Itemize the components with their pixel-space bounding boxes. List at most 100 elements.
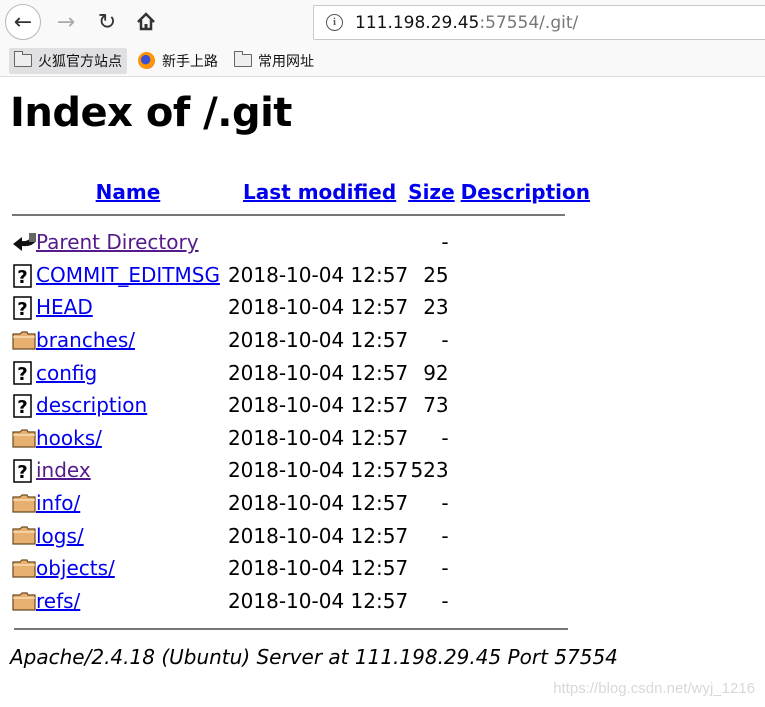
last-modified: 2018-10-04 12:57 (227, 458, 409, 483)
info-icon[interactable]: i (326, 14, 343, 31)
folder-icon (13, 51, 32, 67)
file-link[interactable]: objects/ (36, 556, 115, 580)
unknown-file-icon: ? (12, 394, 36, 418)
description (455, 226, 590, 259)
file-link[interactable]: config (36, 361, 97, 385)
bookmark-common-sites[interactable]: 常用网址 (229, 48, 319, 74)
url-bar[interactable]: i 111.198.29.45:57554/.git/ (313, 5, 765, 40)
file-size: 92 (423, 360, 449, 385)
file-size: 23 (423, 295, 449, 320)
file-size: - (441, 425, 449, 450)
unknown-file-icon: ? (12, 296, 36, 320)
svg-text:?: ? (17, 397, 27, 418)
file-link[interactable]: hooks/ (36, 426, 102, 450)
file-link[interactable]: COMMIT_EDITMSG (36, 263, 220, 287)
description (455, 259, 590, 292)
last-modified: 2018-10-04 12:57 (227, 588, 409, 613)
home-button[interactable] (128, 4, 164, 40)
svg-text:?: ? (17, 299, 27, 320)
folder-icon (12, 492, 36, 516)
description (455, 585, 590, 618)
server-signature: Apache/2.4.18 (Ubuntu) Server at 111.198… (10, 645, 618, 669)
last-modified: 2018-10-04 12:57 (227, 425, 409, 450)
reload-button[interactable]: ↻ (89, 4, 125, 40)
bookmark-label: 常用网址 (258, 53, 314, 70)
bookmarks-bar: 火狐官方站点 新手上路 常用网址 (0, 45, 765, 77)
last-modified: 2018-10-04 12:57 (227, 393, 409, 418)
reload-icon: ↻ (97, 9, 117, 35)
unknown-file-icon: ? (12, 459, 36, 483)
table-row: refs/ 2018-10-04 12:57 - (12, 585, 590, 618)
table-row: branches/ 2018-10-04 12:57 - (12, 324, 590, 357)
file-size: - (441, 230, 449, 255)
file-size: 523 (410, 458, 449, 483)
footer-divider (14, 628, 568, 630)
arrow-right-icon: → (56, 9, 76, 35)
home-icon (137, 12, 155, 31)
forward-button[interactable]: → (48, 4, 84, 40)
file-size: 25 (423, 262, 449, 287)
description (455, 519, 590, 552)
table-row: objects/ 2018-10-04 12:57 - (12, 552, 590, 585)
folder-icon (12, 590, 36, 614)
last-modified: 2018-10-04 12:57 (227, 295, 409, 320)
svg-text:?: ? (17, 267, 27, 288)
description (455, 389, 590, 422)
table-row: hooks/ 2018-10-04 12:57 - (12, 422, 590, 455)
table-row: ? config 2018-10-04 12:57 92 (12, 356, 590, 389)
table-row: logs/ 2018-10-04 12:57 - (12, 519, 590, 552)
table-row: ? index 2018-10-04 12:57 523 (12, 454, 590, 487)
description (455, 291, 590, 324)
sort-by-size-link[interactable]: Size (408, 180, 454, 204)
description (455, 454, 590, 487)
header-divider (12, 214, 565, 216)
description (455, 422, 590, 455)
file-link[interactable]: description (36, 393, 147, 417)
watermark: https://blog.csdn.net/wyj_1216 (553, 680, 755, 697)
bookmark-getting-started[interactable]: 新手上路 (133, 48, 223, 74)
table-row: ? HEAD 2018-10-04 12:57 23 (12, 291, 590, 324)
file-link[interactable]: branches/ (36, 328, 135, 352)
folder-icon (12, 557, 36, 581)
svg-text:?: ? (17, 462, 27, 483)
file-size: - (441, 491, 449, 516)
file-size: - (441, 556, 449, 581)
url-host: 111.198.29.45 (355, 12, 480, 33)
file-link[interactable]: index (36, 458, 91, 482)
page-title: Index of /.git (10, 90, 292, 136)
table-row: ? COMMIT_EDITMSG 2018-10-04 12:57 25 (12, 259, 590, 292)
last-modified (228, 226, 408, 259)
last-modified: 2018-10-04 12:57 (227, 262, 409, 287)
directory-listing: Name Last modified Size Description Pare… (12, 168, 590, 617)
file-link[interactable]: Parent Directory (36, 230, 199, 254)
back-button[interactable]: ← (5, 4, 41, 40)
bookmark-label: 新手上路 (162, 53, 218, 70)
file-link[interactable]: HEAD (36, 295, 93, 319)
file-link[interactable]: logs/ (36, 524, 84, 548)
unknown-file-icon: ? (12, 361, 36, 385)
sort-by-description-link[interactable]: Description (461, 180, 590, 204)
file-link[interactable]: info/ (36, 491, 80, 515)
folder-icon (12, 329, 36, 353)
unknown-file-icon: ? (12, 263, 36, 288)
folder-icon (12, 427, 36, 451)
svg-text:?: ? (17, 364, 27, 385)
bookmark-firefox-official[interactable]: 火狐官方站点 (9, 47, 127, 74)
file-size: - (441, 523, 449, 548)
browser-toolbar: ← → ↻ i 111.198.29.45:57554/.git/ (0, 0, 765, 45)
last-modified: 2018-10-04 12:57 (227, 360, 409, 385)
table-row: ? description 2018-10-04 12:57 73 (12, 389, 590, 422)
table-row: Parent Directory - (12, 226, 590, 259)
firefox-icon (138, 52, 155, 69)
sort-by-name-link[interactable]: Name (96, 180, 161, 204)
url-path: :57554/.git/ (479, 12, 579, 33)
file-size: - (441, 588, 449, 613)
last-modified: 2018-10-04 12:57 (227, 491, 409, 516)
arrow-left-icon: ← (13, 9, 33, 35)
description (455, 487, 590, 520)
bookmark-label: 火狐官方站点 (38, 53, 122, 70)
file-link[interactable]: refs/ (36, 589, 80, 613)
description (455, 552, 590, 585)
last-modified: 2018-10-04 12:57 (227, 556, 409, 581)
sort-by-date-link[interactable]: Last modified (243, 180, 396, 204)
